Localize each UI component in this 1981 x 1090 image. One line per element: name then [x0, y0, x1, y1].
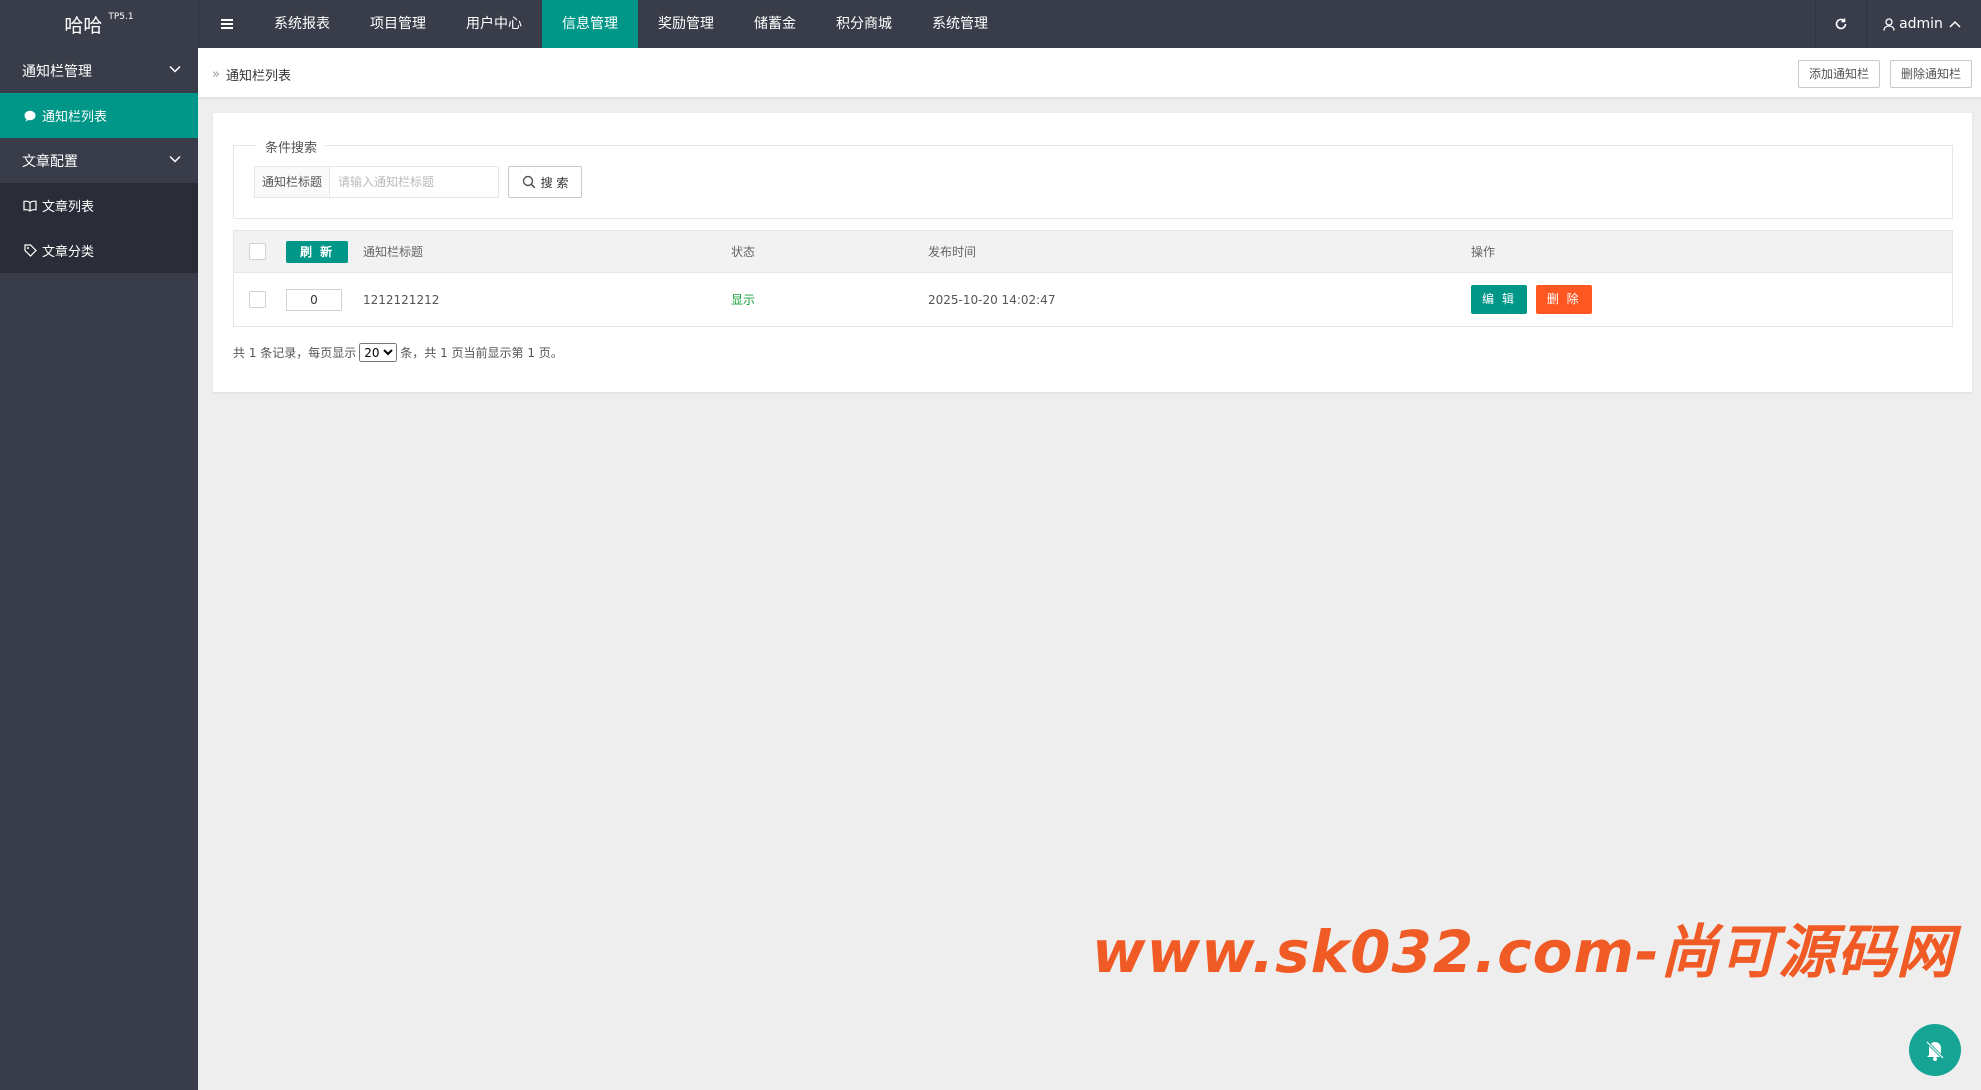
- watermark-text: www.sk032.com-尚可源码网: [1092, 918, 1956, 986]
- row-checkbox[interactable]: [249, 291, 266, 308]
- row-status[interactable]: 显示: [731, 273, 755, 326]
- nav-item-savings[interactable]: 储蓄金: [734, 0, 816, 48]
- search-input[interactable]: [330, 166, 500, 198]
- menu-toggle-button[interactable]: [198, 0, 254, 48]
- edit-button[interactable]: 编 辑: [1471, 285, 1527, 314]
- top-navbar: 哈哈 TP5.1 系统报表 项目管理 用户中心 信息管理 奖励管理 储蓄金 积分商…: [0, 0, 1981, 48]
- refresh-button[interactable]: [1815, 0, 1865, 48]
- nav-item-info-management[interactable]: 信息管理: [542, 0, 638, 48]
- table-header: 刷 新 通知栏标题 状态 发布时间 操作: [234, 231, 1952, 273]
- tag-icon: [22, 243, 38, 259]
- search-button[interactable]: 搜 索: [508, 166, 583, 198]
- brand-logo[interactable]: 哈哈 TP5.1: [0, 0, 198, 48]
- floating-notification-button[interactable]: [1909, 1024, 1961, 1076]
- breadcrumb: » 通知栏列表: [212, 65, 291, 84]
- search-fieldset: 条件搜索 通知栏标题 搜 索: [233, 137, 1953, 219]
- content-panel: 条件搜索 通知栏标题 搜 索 刷 新 通知栏标题 状态 发布时间 操作 0 12…: [213, 113, 1972, 392]
- add-notice-button[interactable]: 添加通知栏: [1798, 60, 1881, 88]
- breadcrumb-bar: » 通知栏列表 添加通知栏 删除通知栏: [198, 48, 1981, 98]
- sidebar-item-label: 文章列表: [42, 200, 95, 215]
- nav-item-user-center[interactable]: 用户中心: [446, 0, 542, 48]
- search-icon: [522, 175, 535, 189]
- sidebar-group-label: 文章配置: [22, 153, 78, 170]
- delete-button[interactable]: 删 除: [1535, 285, 1592, 314]
- brand-version: TP5.1: [108, 12, 134, 22]
- brand-name: 哈哈: [64, 14, 103, 37]
- row-title: 1212121212: [363, 292, 440, 307]
- row-time: 2025-10-20 14:02:47: [928, 292, 1056, 307]
- user-name: admin: [1899, 16, 1943, 32]
- pager-suffix: 条，共 1 页当前显示第 1 页。: [400, 346, 563, 360]
- nav-item-system-report[interactable]: 系统报表: [254, 0, 350, 48]
- hamburger-icon: [220, 19, 233, 29]
- search-row: 通知栏标题 搜 索: [254, 166, 583, 198]
- delete-notice-button[interactable]: 删除通知栏: [1890, 60, 1973, 88]
- header-action: 操作: [1471, 245, 1496, 259]
- nav-item-points-mall[interactable]: 积分商城: [816, 0, 912, 48]
- book-icon: [22, 198, 38, 214]
- sidebar-item-article-list[interactable]: 文章列表: [0, 183, 198, 228]
- select-all-checkbox[interactable]: [249, 243, 266, 260]
- sidebar-group-article[interactable]: 文章配置: [0, 138, 198, 183]
- bell-off-icon: [1925, 1040, 1945, 1061]
- nav-item-rewards[interactable]: 奖励管理: [638, 0, 734, 48]
- header-status: 状态: [731, 245, 756, 259]
- sidebar-item-notice-list[interactable]: 通知栏列表: [0, 93, 198, 138]
- header-time: 发布时间: [928, 245, 977, 259]
- breadcrumb-current[interactable]: 通知栏列表: [226, 65, 291, 84]
- nav-item-system-settings[interactable]: 系统管理: [912, 0, 1008, 48]
- nav-item-project[interactable]: 项目管理: [350, 0, 446, 48]
- double-chevron-icon: »: [212, 67, 220, 82]
- refresh-icon: [1835, 18, 1846, 30]
- search-field-label: 通知栏标题: [254, 166, 331, 198]
- pagination: 共 1 条记录，每页显示 20 条，共 1 页当前显示第 1 页。: [233, 343, 563, 362]
- chat-bubble-icon: [22, 108, 38, 124]
- pager-prefix: 共 1 条记录，每页显示: [233, 346, 357, 360]
- refresh-sort-button[interactable]: 刷 新: [286, 240, 349, 263]
- sidebar-group-notice[interactable]: 通知栏管理: [0, 48, 198, 93]
- chevron-down-icon: [169, 65, 181, 73]
- sidebar: 通知栏管理 通知栏列表 文章配置 文章列表 文章分类: [0, 48, 198, 1090]
- page-size-select[interactable]: 20: [359, 343, 398, 362]
- sidebar-item-article-category[interactable]: 文章分类: [0, 228, 198, 273]
- sidebar-item-label: 文章分类: [42, 245, 95, 260]
- top-nav-menu: 系统报表 项目管理 用户中心 信息管理 奖励管理 储蓄金 积分商城 系统管理: [254, 0, 1008, 48]
- chevron-up-icon: [1949, 20, 1961, 28]
- table-row: 0 1212121212 显示 2025-10-20 14:02:47 编 辑 …: [234, 273, 1952, 326]
- notice-table: 刷 新 通知栏标题 状态 发布时间 操作 0 1212121212 显示 202…: [233, 230, 1953, 327]
- sidebar-group-label: 通知栏管理: [22, 63, 92, 80]
- search-button-label: 搜 索: [540, 175, 569, 190]
- header-title: 通知栏标题: [363, 245, 424, 259]
- user-menu[interactable]: admin: [1866, 0, 1981, 48]
- search-legend: 条件搜索: [257, 137, 326, 156]
- user-icon: [1883, 17, 1895, 31]
- sort-order-input[interactable]: 0: [286, 288, 342, 311]
- sidebar-item-label: 通知栏列表: [42, 110, 108, 125]
- chevron-down-icon: [169, 155, 181, 163]
